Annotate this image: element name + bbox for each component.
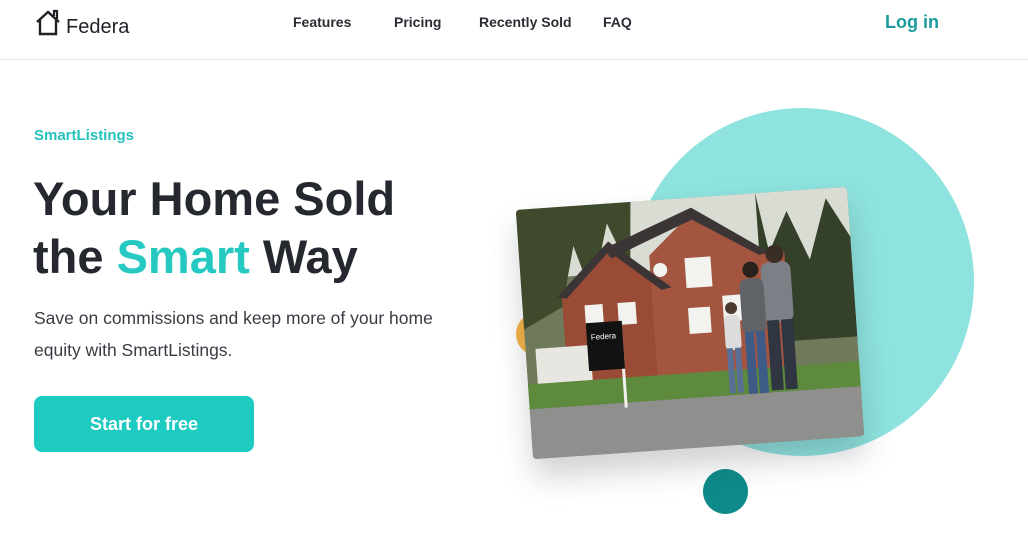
site-header: Federa Features Pricing Recently Sold FA…	[0, 0, 1028, 60]
headline-line-1: Your Home Sold	[33, 172, 396, 225]
sign-text: Federa	[590, 331, 616, 342]
start-for-free-button[interactable]: Start for free	[34, 396, 254, 452]
hero-eyebrow: SmartListings	[34, 127, 135, 144]
headline-accent: Smart	[116, 230, 250, 283]
hero-subtext: Save on commissions and keep more of you…	[34, 308, 433, 360]
hero-headline: Your Home Sold the Smart Way	[33, 170, 453, 286]
nav-recently-sold[interactable]: Recently Sold	[479, 14, 572, 30]
brand-logo[interactable]: Federa	[34, 8, 129, 38]
house-outline-icon	[36, 9, 60, 36]
nav-faq[interactable]: FAQ	[603, 14, 632, 30]
brand-name: Federa	[66, 16, 130, 38]
headline-post: Way	[249, 230, 358, 283]
nav-pricing[interactable]: Pricing	[394, 14, 441, 30]
family-house-photo: Federa	[515, 186, 865, 460]
house-photo-illustration: Federa	[515, 186, 865, 460]
headline-pre: the	[33, 230, 117, 283]
login-link[interactable]: Log in	[885, 12, 939, 33]
nav-features[interactable]: Features	[293, 14, 351, 30]
decorative-circle-teal	[703, 469, 748, 514]
